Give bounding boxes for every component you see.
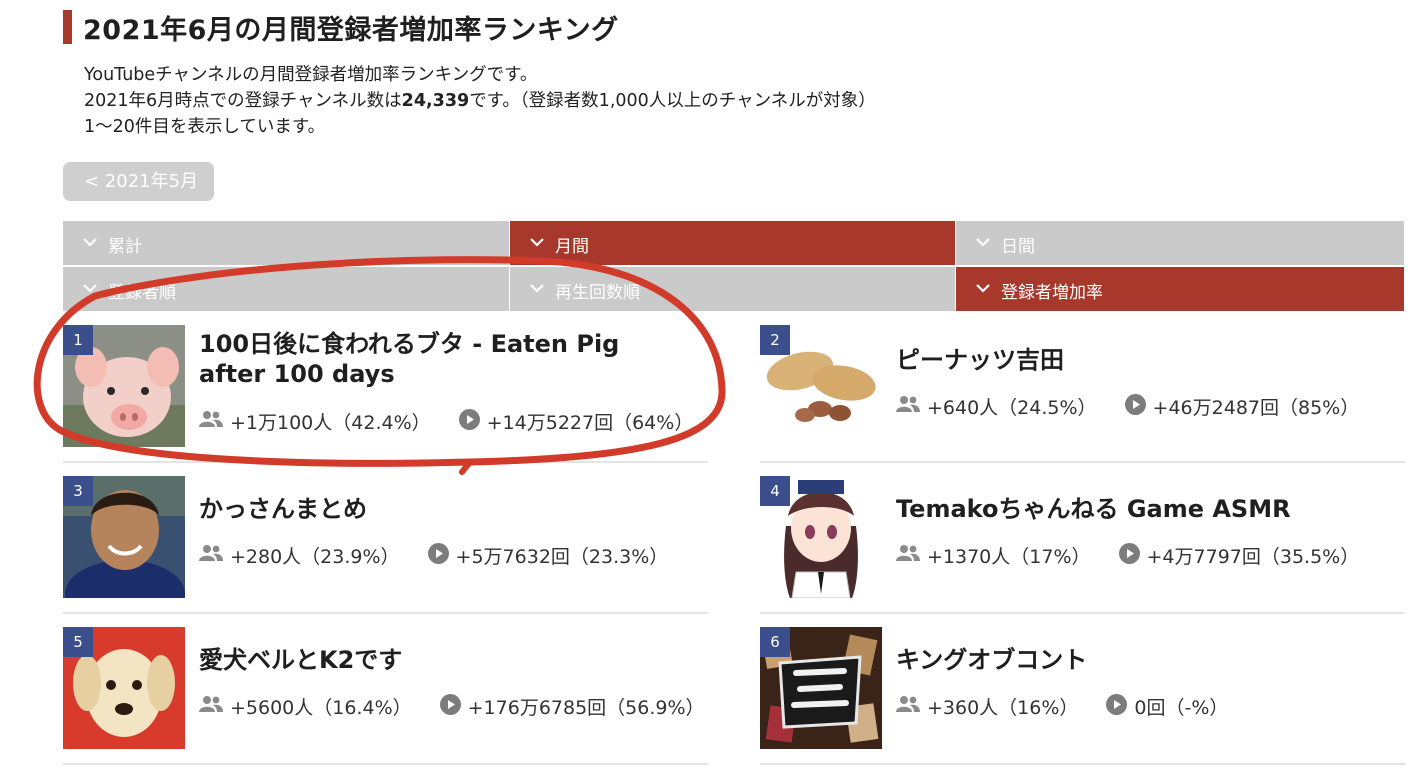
play-circle-icon (439, 693, 461, 720)
page-description: YouTubeチャンネルの月間登録者増加率ランキングです。 2021年6月時点で… (84, 62, 876, 140)
play-circle-icon (427, 542, 449, 569)
subscriber-growth: +360人（16%） (927, 697, 1079, 719)
chevron-down-icon (528, 279, 546, 302)
description-line-2-post: です。（登録者数1,000人以上のチャンネルが対象） (469, 91, 876, 111)
users-icon (896, 544, 920, 567)
rank-badge: 4 (760, 476, 790, 506)
play-circle-icon (1124, 393, 1146, 420)
rank-badge: 5 (63, 627, 93, 657)
play-circle-icon (458, 408, 480, 435)
tab-label: 登録者順 (108, 283, 176, 303)
ranking-card[interactable]: 4 Temakoちゃんねる Game ASMR +1370人（17%） +4万77… (760, 476, 1405, 614)
tab-views[interactable]: 再生回数順 (510, 267, 956, 311)
chevron-down-icon (81, 279, 99, 302)
tab-label: 登録者増加率 (1001, 283, 1103, 303)
ranking-card[interactable]: 1 100日後に食われるブタ - Eaten Pig after 100 day… (63, 325, 708, 463)
channel-stats: +5600人（16.4%） +176万6785回（56.9%） (199, 693, 705, 720)
view-growth: +4万7797回（35.5%） (1146, 546, 1360, 568)
rank-badge: 3 (63, 476, 93, 506)
channel-stats: +640人（24.5%） +46万2487回（85%） (896, 393, 1359, 420)
users-icon (896, 695, 920, 718)
view-growth: +46万2487回（85%） (1152, 397, 1360, 419)
subscriber-growth: +1370人（17%） (927, 546, 1091, 568)
chevron-down-icon (528, 233, 546, 256)
description-line-3: 1〜20件目を表示しています。 (84, 117, 326, 137)
channel-name[interactable]: キングオブコント (896, 645, 1386, 675)
ranking-card[interactable]: 5 愛犬ベルとK2です +5600人（16.4%） +176万6785回（56.9… (63, 627, 708, 765)
rank-badge: 2 (760, 325, 790, 355)
view-growth: 0回（-%） (1134, 697, 1229, 719)
page-title: 2021年6月の月間登録者増加率ランキング (83, 15, 619, 46)
channel-stats: +360人（16%） 0回（-%） (896, 693, 1228, 720)
channel-count: 24,339 (401, 91, 470, 111)
channel-name[interactable]: かっさんまとめ (199, 494, 689, 524)
rank-badge: 6 (760, 627, 790, 657)
description-line-2: 2021年6月時点での登録チャンネル数は24,339です。（登録者数1,000人… (84, 88, 876, 114)
channel-stats: +1万100人（42.4%） +14万5227回（64%） (199, 408, 693, 435)
channel-name[interactable]: ピーナッツ吉田 (896, 345, 1386, 375)
ranking-card[interactable]: 2 ピーナッツ吉田 +640人（24.5%） +46万2487回（85%） (760, 325, 1405, 463)
tab-cumulative[interactable]: 累計 (63, 221, 510, 265)
play-circle-icon (1118, 542, 1140, 569)
users-icon (896, 395, 920, 418)
tab-monthly[interactable]: 月間 (510, 221, 956, 265)
subscriber-growth: +640人（24.5%） (927, 397, 1097, 419)
description-line-1: YouTubeチャンネルの月間登録者増加率ランキングです。 (84, 65, 538, 85)
tab-subscribers[interactable]: 登録者順 (63, 267, 510, 311)
subscriber-growth: +5600人（16.4%） (230, 697, 412, 719)
users-icon (199, 410, 223, 433)
subscriber-growth: +280人（23.9%） (230, 546, 400, 568)
channel-stats: +280人（23.9%） +5万7632回（23.3%） (199, 542, 668, 569)
tab-label: 日間 (1001, 237, 1035, 257)
channel-name[interactable]: Temakoちゃんねる Game ASMR (896, 494, 1396, 524)
ranking-card[interactable]: 3 かっさんまとめ +280人（23.9%） +5万7632回（23.3%） (63, 476, 708, 614)
channel-name[interactable]: 100日後に食われるブタ - Eaten Pig after 100 days (199, 329, 669, 389)
view-growth: +5万7632回（23.3%） (455, 546, 669, 568)
view-growth: +176万6785回（56.9%） (467, 697, 705, 719)
chevron-down-icon (974, 279, 992, 302)
chevron-down-icon (81, 233, 99, 256)
chevron-down-icon (974, 233, 992, 256)
ranking-card[interactable]: 6 キングオブコント +360人（16%） 0回（-%） (760, 627, 1405, 765)
tab-label: 月間 (555, 237, 589, 257)
subscriber-growth: +1万100人（42.4%） (230, 412, 431, 434)
play-circle-icon (1106, 693, 1128, 720)
users-icon (199, 695, 223, 718)
channel-name[interactable]: 愛犬ベルとK2です (199, 645, 689, 675)
tab-label: 累計 (108, 237, 142, 257)
view-growth: +14万5227回（64%） (486, 412, 694, 434)
tab-daily[interactable]: 日間 (956, 221, 1404, 265)
previous-month-button[interactable]: < 2021年5月 (63, 162, 214, 201)
description-line-2-pre: 2021年6月時点での登録チャンネル数は (84, 91, 402, 111)
channel-stats: +1370人（17%） +4万7797回（35.5%） (896, 542, 1359, 569)
title-accent-bar (63, 10, 72, 44)
tab-subscriber-growth[interactable]: 登録者増加率 (956, 267, 1404, 311)
users-icon (199, 544, 223, 567)
tab-label: 再生回数順 (555, 283, 640, 303)
rank-badge: 1 (63, 325, 93, 355)
